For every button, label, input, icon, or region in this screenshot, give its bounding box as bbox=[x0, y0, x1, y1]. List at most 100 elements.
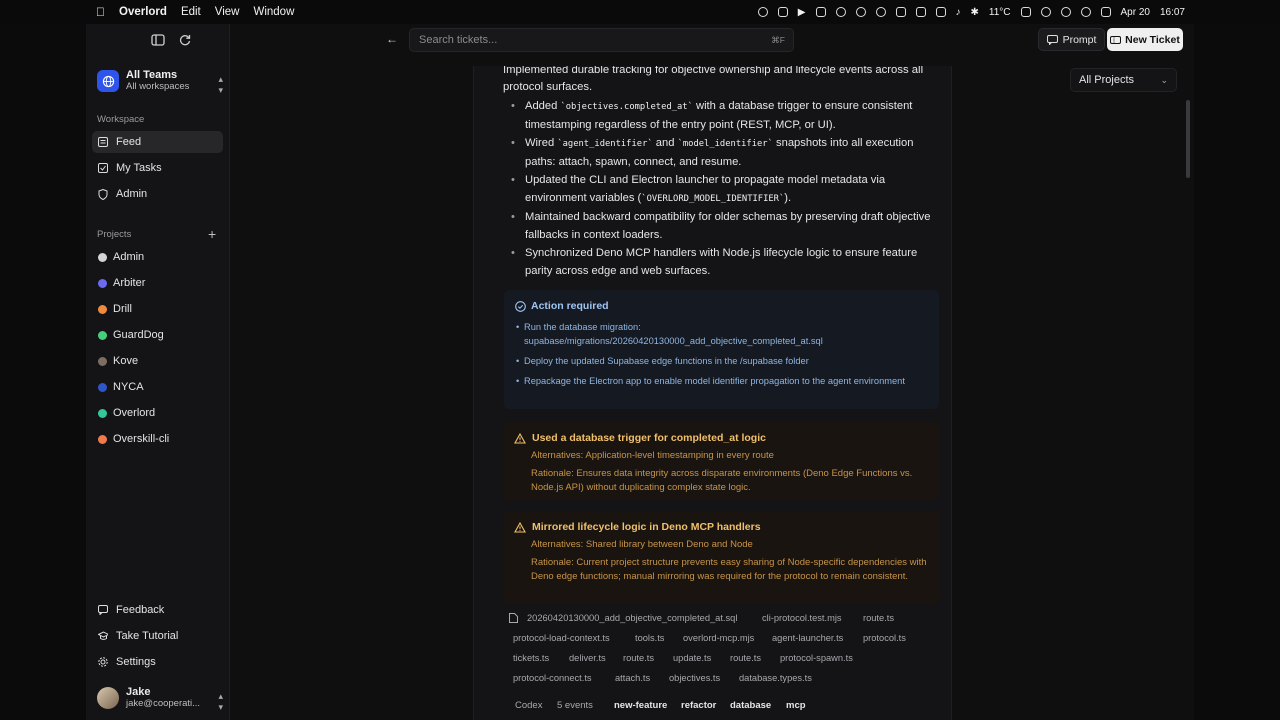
siri-icon[interactable] bbox=[1080, 7, 1091, 17]
project-drill[interactable]: Drill bbox=[92, 298, 223, 320]
tag-badge[interactable]: mcp bbox=[786, 700, 806, 711]
status-icon[interactable] bbox=[915, 7, 926, 17]
decision-title-text: Used a database trigger for completed_at… bbox=[532, 432, 766, 444]
play-icon[interactable]: ▶ bbox=[798, 7, 806, 18]
new-ticket-label: New Ticket bbox=[1125, 33, 1180, 46]
battery-icon[interactable] bbox=[1020, 7, 1031, 17]
file-chip[interactable]: route.ts bbox=[623, 653, 654, 663]
menubar-date[interactable]: Apr 20 bbox=[1121, 7, 1150, 18]
file-chip[interactable]: tickets.ts bbox=[513, 653, 549, 663]
events-count[interactable]: 5 events bbox=[557, 700, 593, 711]
project-label: Kove bbox=[113, 355, 139, 367]
nav-my-tasks[interactable]: My Tasks bbox=[92, 157, 223, 179]
file-chip[interactable]: protocol-connect.ts bbox=[513, 673, 592, 683]
tutorial-icon bbox=[98, 631, 108, 641]
list-item: Added `objectives.completed_at` with a d… bbox=[511, 98, 936, 134]
project-admin[interactable]: Admin bbox=[92, 246, 223, 268]
project-label: Overskill-cli bbox=[113, 433, 170, 445]
menubar-time[interactable]: 16:07 bbox=[1160, 7, 1185, 18]
file-chip[interactable]: update.ts bbox=[673, 653, 711, 663]
menu-window[interactable]: Window bbox=[253, 6, 294, 18]
project-guarddog[interactable]: GuardDog bbox=[92, 324, 223, 346]
refresh-icon[interactable] bbox=[178, 33, 192, 47]
nav-feed[interactable]: Feed bbox=[92, 131, 223, 153]
file-chip[interactable]: route.ts bbox=[730, 653, 761, 663]
status-icon[interactable] bbox=[855, 7, 866, 17]
project-kove[interactable]: Kove bbox=[92, 350, 223, 372]
file-chip[interactable]: protocol-load-context.ts bbox=[513, 633, 610, 643]
file-chip[interactable]: objectives.ts bbox=[669, 673, 720, 683]
list-item: Maintained backward compatibility for ol… bbox=[511, 209, 936, 244]
search-input[interactable]: Search tickets... ⌘F bbox=[409, 28, 794, 52]
file-chip[interactable]: protocol-spawn.ts bbox=[780, 653, 853, 663]
nav-feedback[interactable]: Feedback bbox=[92, 599, 223, 621]
file-chip[interactable]: attach.ts bbox=[615, 673, 650, 683]
scrollbar-thumb[interactable] bbox=[1186, 100, 1190, 178]
project-color-dot bbox=[98, 434, 107, 444]
status-icon[interactable] bbox=[815, 7, 826, 17]
control-center-icon[interactable] bbox=[1100, 7, 1111, 17]
file-chip[interactable]: protocol.ts bbox=[863, 633, 906, 643]
list-item: Deploy the updated Supabase edge functio… bbox=[516, 354, 926, 368]
volume-icon[interactable]: ♪ bbox=[956, 7, 961, 18]
warning-icon bbox=[514, 432, 526, 444]
nav-take-tutorial[interactable]: Take Tutorial bbox=[92, 625, 223, 647]
inline-code: `model_identifier` bbox=[677, 139, 773, 149]
gear-icon bbox=[98, 657, 108, 667]
status-icon[interactable] bbox=[777, 7, 788, 17]
prompt-icon bbox=[1046, 34, 1058, 45]
chevron-updown-icon: ▴ ▾ bbox=[218, 74, 223, 95]
project-label: Arbiter bbox=[113, 277, 146, 289]
file-chip[interactable]: 20260420130000_add_objective_completed_a… bbox=[527, 613, 737, 623]
menu-app[interactable]: Overlord bbox=[119, 6, 167, 18]
nav-settings[interactable]: Settings bbox=[92, 651, 223, 673]
file-chip[interactable]: overlord-mcp.mjs bbox=[683, 633, 754, 643]
user-name: Jake bbox=[126, 686, 151, 698]
inline-code: `objectives.completed_at` bbox=[560, 102, 693, 112]
record-icon[interactable] bbox=[757, 7, 768, 17]
tag-badge[interactable]: new-feature bbox=[614, 700, 667, 711]
back-arrow-icon[interactable]: ← bbox=[386, 32, 398, 46]
menu-view[interactable]: View bbox=[215, 6, 240, 18]
decision-rationale: Rationale: Current project structure pre… bbox=[531, 557, 927, 582]
file-chip[interactable]: database.types.ts bbox=[739, 673, 812, 683]
user-menu[interactable]: Jake jake@cooperati... ▴ ▾ bbox=[97, 684, 223, 712]
apple-icon[interactable]:  bbox=[96, 5, 105, 19]
file-chip[interactable]: deliver.ts bbox=[569, 653, 606, 663]
status-icon[interactable] bbox=[1040, 7, 1051, 17]
nav-label: My Tasks bbox=[116, 162, 162, 174]
project-arbiter[interactable]: Arbiter bbox=[92, 272, 223, 294]
change-list: Added `objectives.completed_at` with a d… bbox=[511, 98, 936, 281]
file-chip[interactable]: agent-launcher.ts bbox=[772, 633, 843, 643]
prompt-label: Prompt bbox=[1062, 33, 1097, 46]
tag-badge[interactable]: refactor bbox=[681, 700, 716, 711]
project-overlord[interactable]: Overlord bbox=[92, 402, 223, 424]
file-chip[interactable]: cli-protocol.test.mjs bbox=[762, 613, 842, 623]
sidebar-toggle-icon[interactable] bbox=[151, 33, 165, 47]
status-icon[interactable] bbox=[835, 7, 846, 17]
decision-panel: Mirrored lifecycle logic in Deno MCP han… bbox=[504, 511, 939, 603]
menu-edit[interactable]: Edit bbox=[181, 6, 201, 18]
project-filter-select[interactable]: All Projects ⌄ bbox=[1070, 68, 1177, 92]
team-switcher[interactable]: All Teams All workspaces ▴ ▾ bbox=[97, 66, 223, 96]
file-icon bbox=[509, 613, 518, 623]
status-icon[interactable] bbox=[875, 7, 886, 17]
prompt-button[interactable]: Prompt bbox=[1038, 28, 1105, 51]
nav-label: Feedback bbox=[116, 604, 165, 616]
add-project-icon[interactable]: + bbox=[208, 226, 216, 242]
status-icon[interactable] bbox=[895, 7, 906, 17]
nav-admin[interactable]: Admin bbox=[92, 183, 223, 205]
tag-badge[interactable]: database bbox=[730, 700, 771, 711]
new-ticket-button[interactable]: New Ticket bbox=[1107, 28, 1183, 51]
file-chip[interactable]: tools.ts bbox=[635, 633, 664, 643]
wifi-icon[interactable] bbox=[1060, 7, 1071, 17]
action-required-panel: Action required Run the database migrati… bbox=[504, 290, 939, 409]
weather-text[interactable]: 11°C bbox=[989, 7, 1011, 18]
shield-icon bbox=[98, 188, 108, 200]
project-nyca[interactable]: NYCA bbox=[92, 376, 223, 398]
project-overskill-cli[interactable]: Overskill-cli bbox=[92, 428, 223, 450]
file-chip[interactable]: route.ts bbox=[863, 613, 894, 623]
bluetooth-icon[interactable]: ✱ bbox=[971, 7, 979, 18]
project-color-dot bbox=[98, 382, 107, 392]
status-icon[interactable] bbox=[935, 7, 946, 17]
